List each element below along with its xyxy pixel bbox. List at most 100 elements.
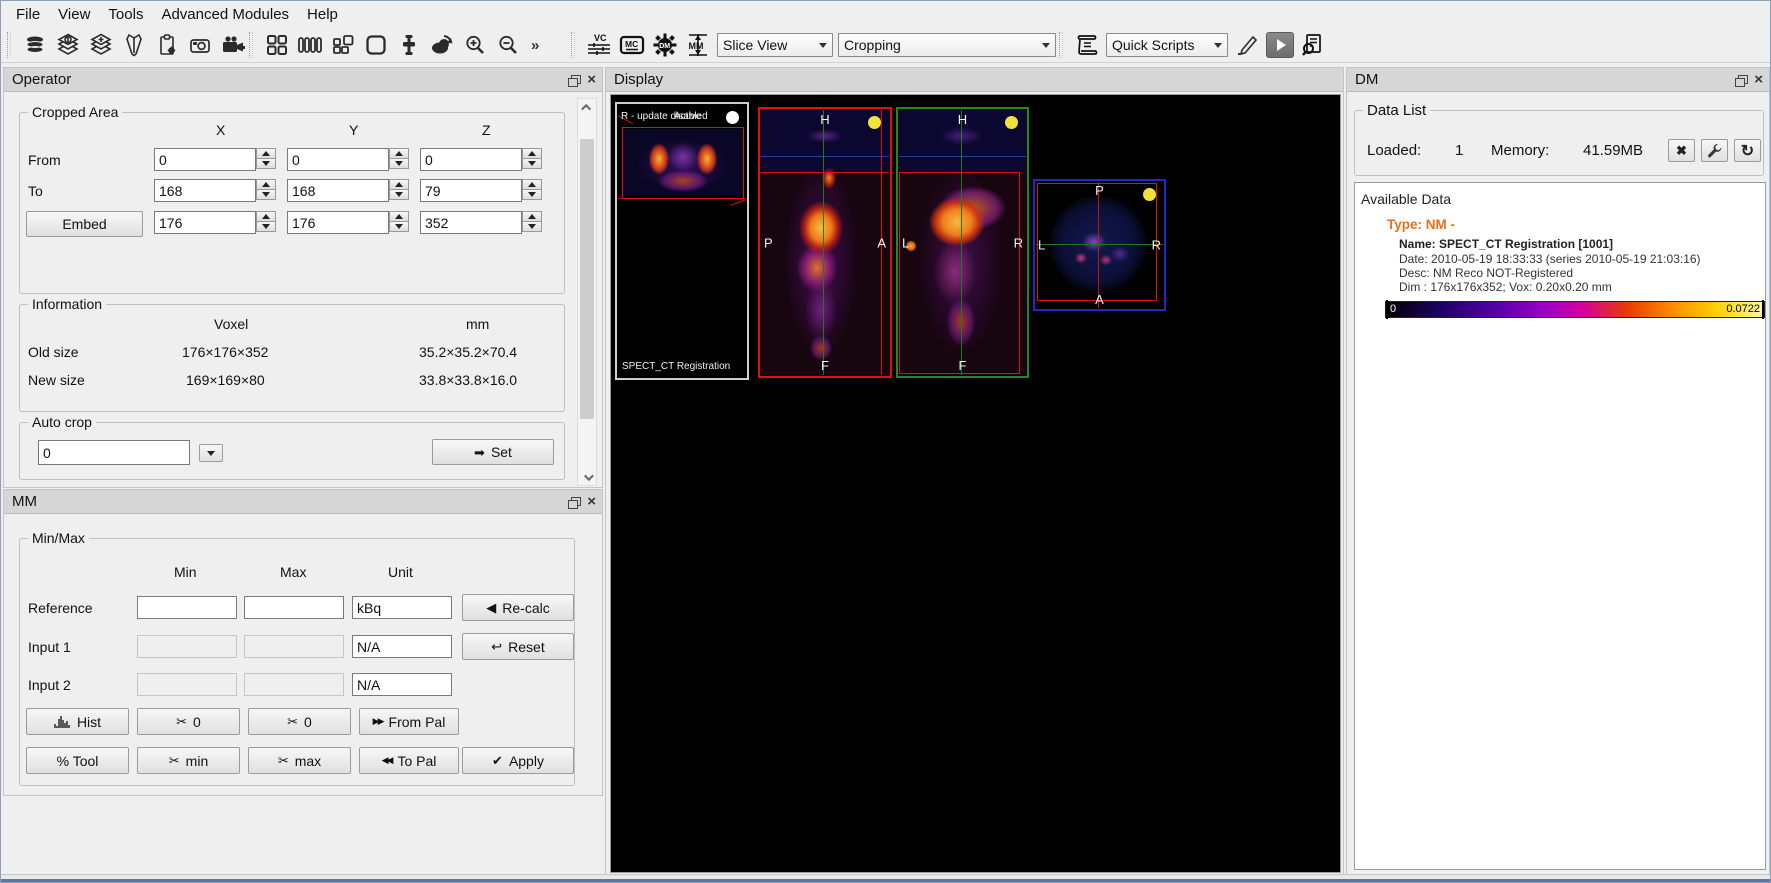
- from-z-input[interactable]: [420, 148, 522, 171]
- crop-box-outline[interactable]: [622, 127, 744, 199]
- recalc-button[interactable]: ◀Re-calc: [462, 594, 574, 621]
- menu-help[interactable]: Help: [298, 3, 347, 26]
- layout-mixed-icon[interactable]: [329, 31, 357, 59]
- embed-y-input[interactable]: [287, 211, 389, 234]
- toolbar-handle[interactable]: [7, 32, 11, 58]
- embed-x-input[interactable]: [154, 211, 256, 234]
- toolbar-handle[interactable]: [249, 32, 253, 58]
- reference-max-input[interactable]: [244, 596, 344, 619]
- float-panel-icon[interactable]: [1735, 75, 1746, 85]
- reference-min-input[interactable]: [137, 596, 237, 619]
- edit-script-pencil-icon[interactable]: [1233, 31, 1261, 59]
- crosshair-horizontal-line[interactable]: [899, 156, 1026, 157]
- float-panel-icon[interactable]: [568, 75, 579, 85]
- axial-view[interactable]: P L R A: [1033, 179, 1166, 311]
- toolbar-handle[interactable]: [1059, 32, 1063, 58]
- zoom-in-icon[interactable]: [461, 31, 489, 59]
- add-layer-icon[interactable]: [87, 31, 115, 59]
- operator-select[interactable]: Cropping: [838, 33, 1056, 57]
- crop-box[interactable]: [1037, 183, 1157, 301]
- crop-box[interactable]: [899, 172, 1020, 374]
- dm-module-gear-icon[interactable]: DM: [651, 31, 679, 59]
- crop-line-top[interactable]: [761, 172, 889, 173]
- embed-y-spinner[interactable]: [389, 211, 409, 232]
- script-scroll-icon[interactable]: [1073, 31, 1101, 59]
- layout-single-icon[interactable]: [362, 31, 390, 59]
- colorbar-min-marker[interactable]: [1386, 300, 1388, 319]
- clipboard-settings-icon[interactable]: [153, 31, 181, 59]
- embed-z-spinner[interactable]: [522, 211, 542, 232]
- input2-unit-input[interactable]: [352, 673, 452, 696]
- script-report-icon[interactable]: [1299, 31, 1327, 59]
- to-z-input[interactable]: [420, 179, 522, 202]
- toolbar-overflow-chevron[interactable]: »: [527, 37, 543, 54]
- layout-columns-icon[interactable]: [296, 31, 324, 59]
- hist-button[interactable]: Hist: [26, 708, 129, 735]
- input1-unit-input[interactable]: [352, 635, 452, 658]
- menu-view[interactable]: View: [49, 3, 99, 26]
- toolbar-handle[interactable]: [571, 32, 575, 58]
- mm-module-icon[interactable]: MM: [684, 31, 712, 59]
- close-panel-icon[interactable]: ×: [1754, 73, 1763, 87]
- view-mode-select[interactable]: Slice View: [717, 33, 833, 57]
- clip-zero-high-button[interactable]: ✂0: [248, 708, 351, 735]
- movie-camera-icon[interactable]: [219, 31, 247, 59]
- percent-tool-button[interactable]: % Tool: [26, 747, 129, 774]
- load-layer-icon[interactable]: [54, 31, 82, 59]
- embed-button[interactable]: Embed: [26, 211, 143, 237]
- embed-z-input[interactable]: [420, 211, 522, 234]
- to-pal-button[interactable]: ◀◀To Pal: [359, 747, 459, 774]
- display-canvas[interactable]: R - update disabled Active SPECT_CT Regi…: [610, 94, 1341, 873]
- reset-button[interactable]: ↩Reset: [462, 633, 574, 660]
- clip-zero-low-button[interactable]: ✂0: [137, 708, 240, 735]
- view-marker-dot[interactable]: [868, 116, 881, 129]
- to-x-input[interactable]: [154, 179, 256, 202]
- palette-colorbar[interactable]: 0 0.0722: [1385, 301, 1765, 318]
- embed-x-spinner[interactable]: [256, 211, 276, 232]
- zoom-out-icon[interactable]: [494, 31, 522, 59]
- layout-quad-icon[interactable]: [263, 31, 291, 59]
- available-data-list[interactable]: Available Data Type: NM - Name: SPECT_CT…: [1354, 182, 1766, 870]
- menu-advanced-modules[interactable]: Advanced Modules: [152, 3, 298, 26]
- from-x-spinner[interactable]: [256, 148, 276, 169]
- from-y-input[interactable]: [287, 148, 389, 171]
- auto-crop-dropdown-button[interactable]: [199, 444, 223, 462]
- quick-scripts-select[interactable]: Quick Scripts: [1106, 33, 1228, 57]
- to-y-input[interactable]: [287, 179, 389, 202]
- delete-data-button[interactable]: ✖: [1668, 139, 1695, 162]
- database-icon[interactable]: [21, 31, 49, 59]
- rotate-view-icon[interactable]: [428, 31, 456, 59]
- reload-data-button[interactable]: ↻: [1734, 139, 1761, 162]
- snapshot-camera-icon[interactable]: [186, 31, 214, 59]
- set-button[interactable]: ➡Set: [432, 439, 554, 465]
- from-pal-button[interactable]: ▶▶From Pal: [359, 708, 459, 735]
- active-marker-dot[interactable]: [726, 111, 739, 124]
- vc-module-icon[interactable]: VC: [585, 31, 613, 59]
- to-z-spinner[interactable]: [522, 179, 542, 200]
- to-y-spinner[interactable]: [389, 179, 409, 200]
- apply-button[interactable]: ✔Apply: [462, 747, 574, 774]
- from-x-input[interactable]: [154, 148, 256, 171]
- run-script-play-button[interactable]: [1266, 32, 1294, 58]
- colorbar-max-marker[interactable]: [1762, 300, 1764, 319]
- mc-module-icon[interactable]: MC: [618, 31, 646, 59]
- scroll-up-arrow[interactable]: [578, 99, 596, 115]
- scrollbar-thumb[interactable]: [580, 139, 594, 419]
- view-marker-dot[interactable]: [1143, 188, 1156, 201]
- float-panel-icon[interactable]: [568, 497, 579, 507]
- probe-tool-icon[interactable]: [120, 31, 148, 59]
- sagittal-view[interactable]: H P A F: [758, 107, 892, 378]
- auto-crop-input[interactable]: [38, 440, 190, 465]
- coronal-view[interactable]: H L R F: [896, 107, 1029, 378]
- scroll-down-arrow[interactable]: [578, 469, 596, 485]
- close-panel-icon[interactable]: ×: [587, 495, 596, 509]
- menu-file[interactable]: File: [7, 3, 49, 26]
- clip-min-button[interactable]: ✂min: [137, 747, 240, 774]
- from-z-spinner[interactable]: [522, 148, 542, 169]
- reference-unit-input[interactable]: [352, 596, 452, 619]
- view-marker-dot[interactable]: [1005, 116, 1018, 129]
- clip-max-button[interactable]: ✂max: [248, 747, 351, 774]
- reference-view[interactable]: R - update disabled Active SPECT_CT Regi…: [615, 102, 749, 380]
- menu-tools[interactable]: Tools: [99, 3, 152, 26]
- close-panel-icon[interactable]: ×: [587, 73, 596, 87]
